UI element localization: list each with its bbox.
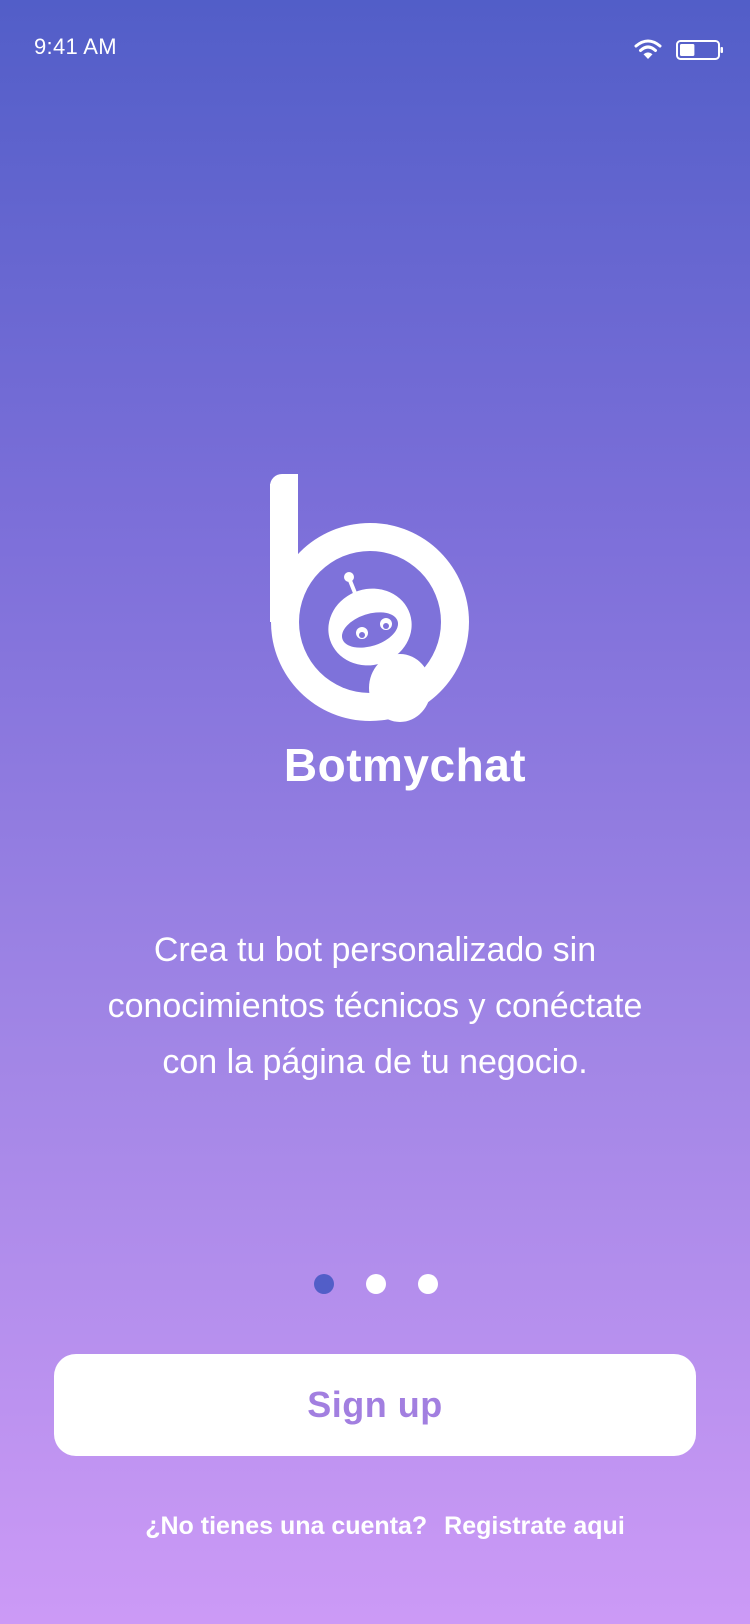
page-dot-1[interactable] bbox=[314, 1274, 334, 1294]
register-link[interactable]: Registrate aqui bbox=[444, 1512, 625, 1540]
status-bar: 9:41 AM bbox=[0, 0, 750, 100]
footer: ¿No tienes una cuenta? Registrate aqui bbox=[0, 1512, 750, 1541]
brand-name: Botmychat bbox=[283, 739, 527, 791]
robot-b-logo bbox=[270, 474, 469, 722]
page-dot-3[interactable] bbox=[418, 1274, 438, 1294]
no-account-text: ¿No tienes una cuenta? bbox=[145, 1512, 428, 1540]
page-dot-2[interactable] bbox=[366, 1274, 386, 1294]
status-time: 9:41 AM bbox=[34, 34, 117, 59]
onboarding-description: Crea tu bot personalizado sin conocimien… bbox=[107, 931, 643, 1081]
wifi-icon bbox=[634, 39, 662, 59]
battery-icon bbox=[676, 40, 723, 60]
onboarding-screen: 9:41 AM Botmychat Crea tu bot personaliz… bbox=[0, 0, 750, 1624]
signup-button[interactable]: Sign up bbox=[54, 1354, 696, 1456]
page-indicator bbox=[0, 1274, 750, 1296]
